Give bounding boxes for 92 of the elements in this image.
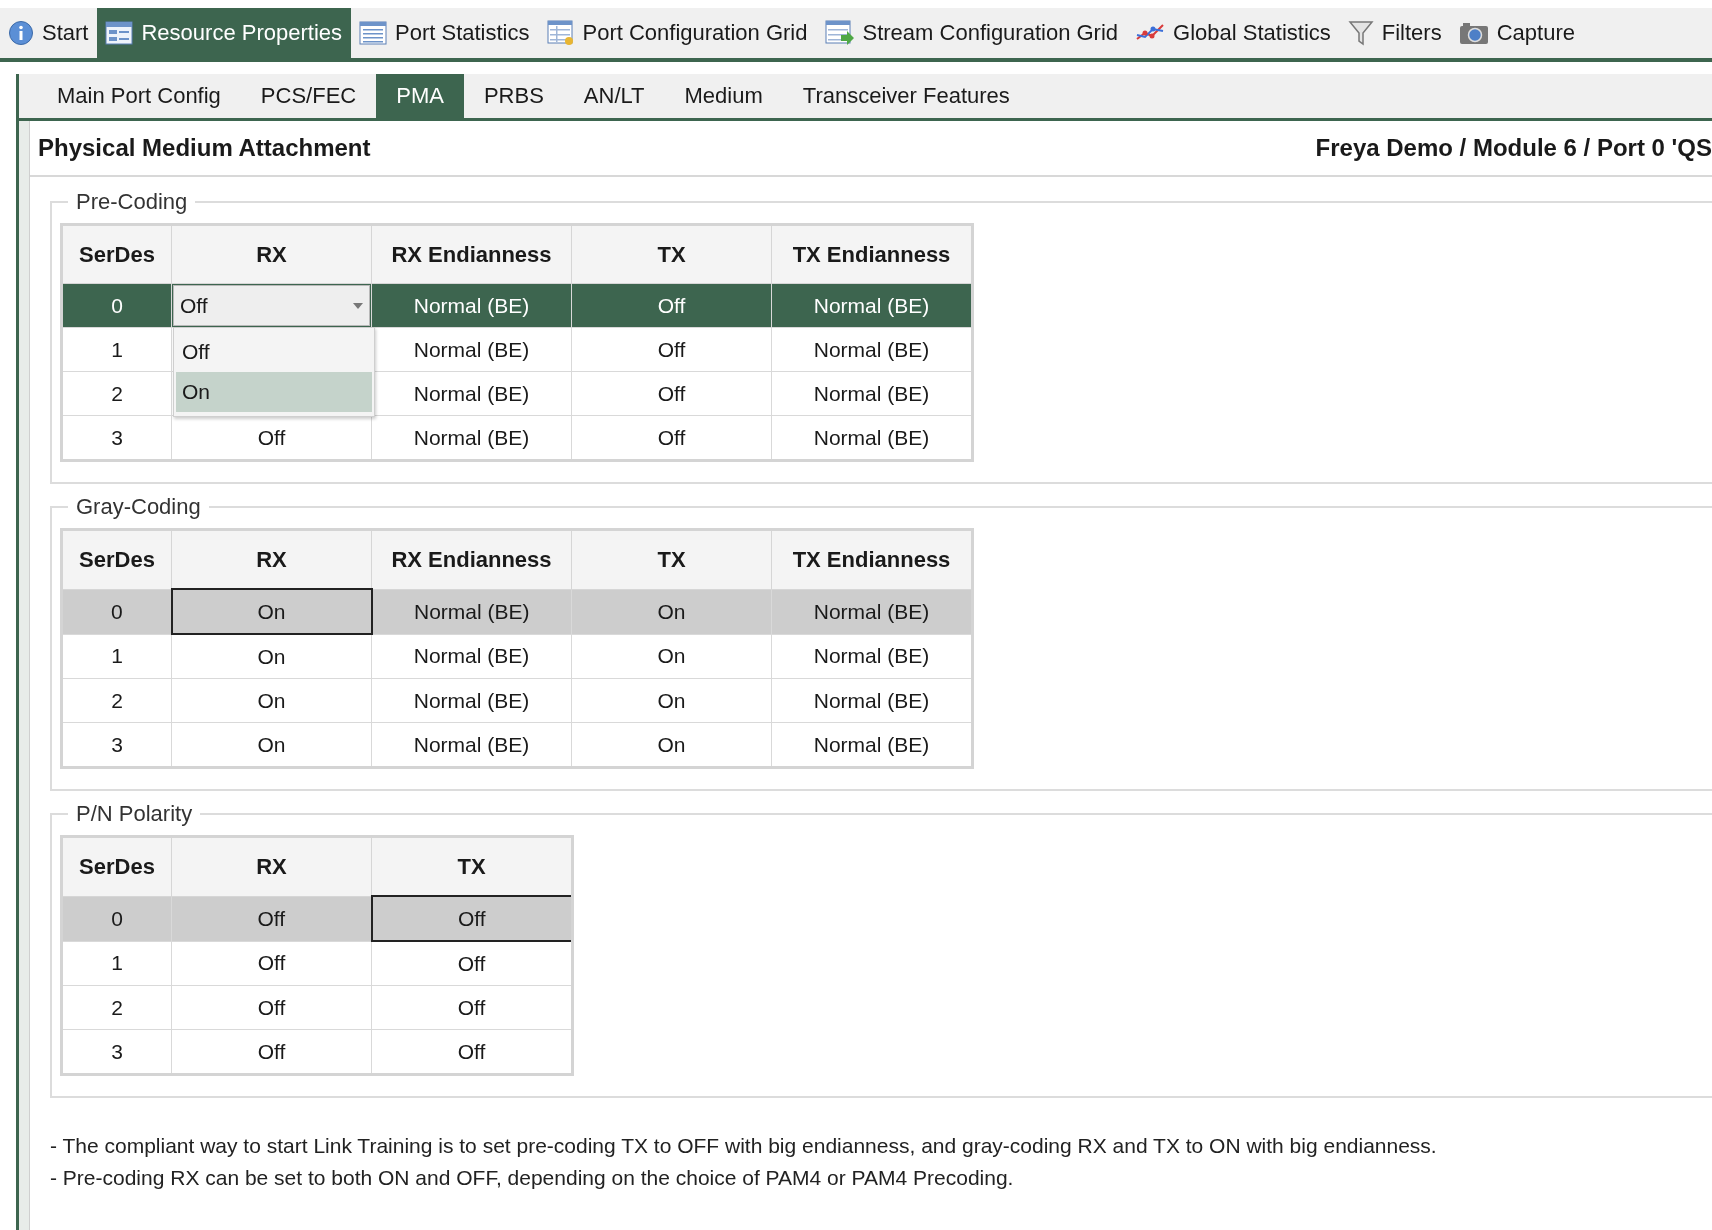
table-cell[interactable]: Off (571, 415, 772, 461)
column-header: TX Endianness (771, 529, 973, 589)
column-header: RX Endianness (371, 529, 572, 589)
table-cell[interactable]: 1 (61, 634, 172, 679)
table-cell[interactable]: Normal (BE) (371, 589, 572, 634)
sub-tab[interactable]: Transceiver Features (782, 74, 1030, 118)
table-cell[interactable]: On (571, 722, 772, 768)
table-cell[interactable]: 2 (61, 985, 172, 1030)
table-cell[interactable]: Off (171, 415, 372, 461)
table-cell[interactable]: On (171, 678, 372, 723)
table-cell[interactable]: 3 (61, 1029, 172, 1075)
table-cell[interactable]: Off (371, 896, 573, 941)
sub-tab[interactable]: AN/LT (563, 74, 665, 118)
table-cell[interactable]: Normal (BE) (371, 678, 572, 723)
table-cell[interactable]: Normal (BE) (371, 415, 572, 461)
page-title: Physical Medium Attachment (38, 134, 371, 162)
table-cell[interactable]: Normal (BE) (771, 678, 973, 723)
dropdown-field[interactable]: Off (173, 285, 370, 326)
table-cell[interactable]: Off (571, 327, 772, 372)
main-tab[interactable]: Filters (1339, 8, 1451, 58)
table-cell[interactable]: On (171, 722, 372, 768)
table-cell[interactable]: On (571, 589, 772, 634)
table-cell[interactable]: Off (171, 941, 372, 986)
port-path: Freya Demo / Module 6 / Port 0 'QS (1315, 134, 1712, 162)
table-cell[interactable]: Normal (BE) (771, 722, 973, 768)
group-title: Gray-Coding (75, 494, 202, 520)
table-cell[interactable]: On (571, 634, 772, 679)
table-cell[interactable]: Off (371, 941, 573, 986)
table-cell[interactable]: 0 (61, 283, 172, 328)
column-header: SerDes (61, 836, 172, 896)
column-header: RX (171, 529, 372, 589)
main-tab[interactable]: Capture (1450, 8, 1584, 58)
table-cell[interactable]: 0 (61, 589, 172, 634)
form-icon (105, 21, 134, 45)
camera-icon (1458, 21, 1489, 45)
list-icon (359, 21, 387, 45)
column-header: SerDes (61, 529, 172, 589)
sub-tab[interactable]: Main Port Config (37, 74, 241, 118)
column-header: RX Endianness (371, 224, 572, 284)
table-cell[interactable]: 2 (61, 371, 172, 416)
table-cell[interactable]: Off (171, 985, 372, 1030)
table-cell[interactable]: Normal (BE) (771, 327, 973, 372)
column-header: TX (571, 529, 772, 589)
table-cell[interactable]: 1 (61, 327, 172, 372)
column-header: TX Endianness (771, 224, 973, 284)
table-cell[interactable]: 2 (61, 678, 172, 723)
sub-tab[interactable]: PMA (376, 74, 464, 118)
table-cell[interactable]: 3 (61, 722, 172, 768)
sub-tab[interactable]: Medium (664, 74, 783, 118)
table-cell[interactable]: Normal (BE) (771, 371, 973, 416)
group-title: P/N Polarity (75, 801, 194, 827)
table-cell[interactable]: On (171, 634, 372, 679)
column-header: TX (371, 836, 573, 896)
sub-tab[interactable]: PCS/FEC (240, 74, 377, 118)
main-tab[interactable]: Port Configuration Grid (538, 8, 817, 58)
column-header: RX (171, 836, 372, 896)
table-cell[interactable]: Off (371, 1029, 573, 1075)
table-cell[interactable]: Off (171, 896, 372, 941)
column-header: RX (171, 224, 372, 284)
table-cell[interactable]: On (571, 678, 772, 723)
main-tab[interactable]: Start (0, 8, 98, 58)
table-cell[interactable]: Off (371, 985, 573, 1030)
table-cell[interactable]: 3 (61, 415, 172, 461)
info-icon (8, 20, 34, 46)
main-tab[interactable]: Global Statistics (1127, 8, 1340, 58)
column-header: SerDes (61, 224, 172, 284)
table-cell[interactable]: Normal (BE) (371, 722, 572, 768)
grid-icon (546, 20, 575, 46)
table-cell[interactable]: On (171, 589, 372, 634)
group-title: Pre-Coding (75, 189, 189, 215)
grid-arrow-icon (824, 20, 855, 46)
funnel-icon (1347, 19, 1374, 47)
main-tab[interactable]: Resource Properties (97, 8, 351, 58)
sub-tab[interactable]: PRBS (463, 74, 564, 118)
table-cell[interactable]: 0 (61, 896, 172, 941)
table-cell[interactable]: Normal (BE) (371, 283, 572, 328)
caret-icon (353, 302, 363, 309)
column-header: TX (571, 224, 772, 284)
table-cell[interactable]: Off (571, 283, 772, 328)
table-cell[interactable]: Normal (BE) (771, 589, 973, 634)
note-text: - Pre-coding RX can be set to both ON and OFF, depending on the choice of PAM4 or PAM4 Precoding. (50, 1166, 1015, 1190)
main-tab[interactable]: Stream Configuration Grid (816, 8, 1128, 58)
table-cell[interactable]: Normal (BE) (771, 283, 973, 328)
table-cell[interactable]: Normal (BE) (771, 634, 973, 679)
table-cell[interactable]: Normal (BE) (771, 415, 973, 461)
dropdown-option[interactable]: On (176, 372, 372, 412)
main-tab[interactable]: Port Statistics (351, 8, 539, 58)
table-cell[interactable]: 1 (61, 941, 172, 986)
table-cell[interactable]: Off (571, 371, 772, 416)
table-cell[interactable]: Normal (BE) (371, 634, 572, 679)
table-cell[interactable]: Off (171, 1029, 372, 1075)
note-text: - The compliant way to start Link Training is to set pre-coding TX to OFF with big endianness, and gray-coding RX and TX to ON with big endianness. (50, 1134, 1438, 1158)
